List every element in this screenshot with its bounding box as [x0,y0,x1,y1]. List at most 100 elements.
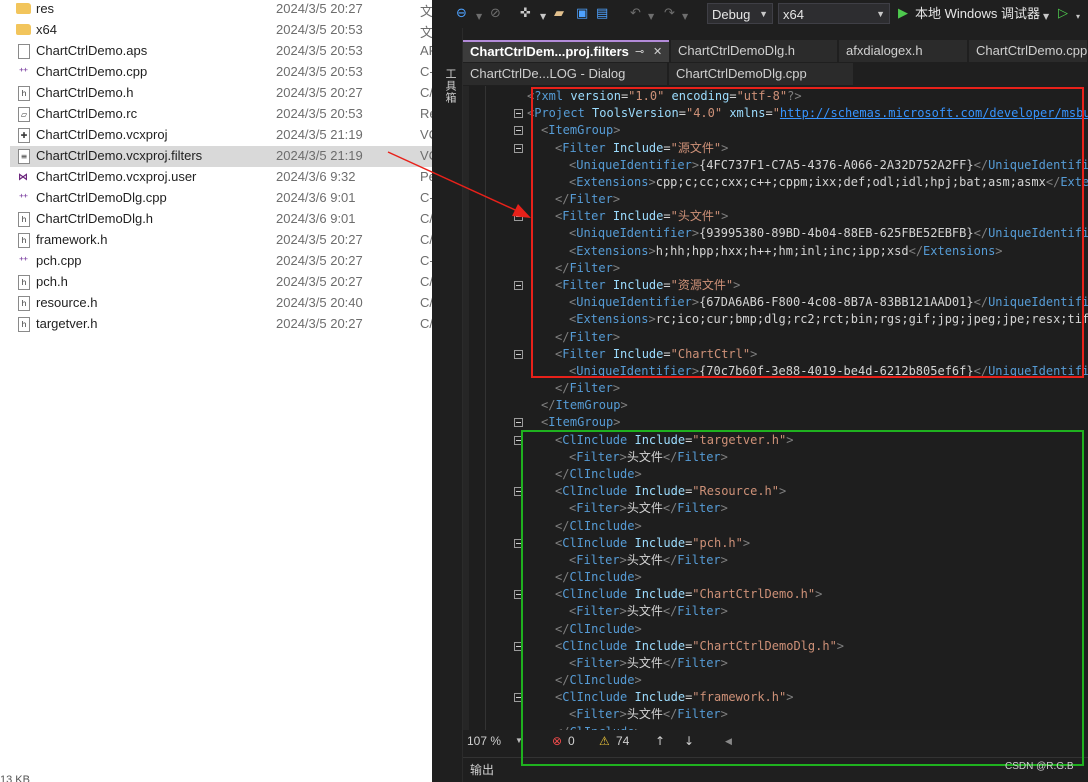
code-line: <ItemGroup> [541,122,621,139]
warning-count[interactable]: 74 [616,731,629,751]
fold-toggle-icon[interactable] [514,590,523,600]
nav-forward-icon[interactable]: ⊘ [490,6,501,22]
project-file-icon: ✚ [18,128,30,143]
new-project-icon[interactable]: ✜ [520,6,531,22]
code-line: </ClInclude> [555,569,642,586]
start-debug-icon[interactable]: ▶ [898,6,908,22]
overflow-icon[interactable]: ▾ [1076,9,1080,25]
nav-back-icon[interactable]: ⊖ [456,6,467,22]
start-debug-button[interactable]: 本地 Windows 调试器 [915,6,1040,22]
file-name: ChartCtrlDemo.cpp [36,64,148,79]
fold-toggle-icon[interactable] [514,693,523,703]
file-row[interactable]: h resource.h 2024/3/5 20:40 C/ [10,293,432,314]
nav-back-dropdown-icon[interactable]: ▼ [476,9,482,25]
file-row[interactable]: h framework.h 2024/3/5 20:27 C/ [10,230,432,251]
code-token: > [815,587,823,602]
tab-1[interactable]: ChartCtrlDem...proj.filters ⊸ ✕ [463,40,669,62]
toolbox-label[interactable]: 工具箱 [442,68,458,104]
start-debug-dropdown-icon[interactable]: ▼ [1043,9,1049,25]
fold-toggle-icon[interactable] [514,349,523,359]
file-row[interactable]: ⁺⁺ pch.cpp 2024/3/5 20:27 C- [10,251,432,272]
header-file-icon: h [18,86,30,101]
start-without-debug-icon[interactable]: ▷ [1058,6,1068,22]
code-token: 头文件 [626,449,663,464]
undo-dropdown-icon[interactable]: ▼ [648,9,654,25]
code-token: {67DA6AB6-F800-4c08-8B7A-83BB121AAD01} [699,295,974,310]
new-project-dropdown-icon[interactable]: ▼ [540,9,546,25]
fold-toggle-icon[interactable] [514,212,523,222]
configuration-select[interactable]: Debug ▼ [707,3,773,24]
code-token: ?> [787,89,802,103]
code-editor[interactable]: <?xml version="1.0" encoding="utf-8"?> <P… [463,86,1088,730]
output-tab[interactable]: 输出 [470,758,494,782]
code-token: ?xml [534,89,571,103]
code-token: Include [612,277,664,292]
error-count[interactable]: 0 [568,731,575,751]
fold-toggle-icon[interactable] [514,126,523,136]
code-line: <Project ToolsVersion="4.0" xmlns="http:… [527,105,1088,122]
code-token: </ [541,398,556,413]
save-icon[interactable]: ▣ [576,6,588,22]
file-row[interactable]: ≡ ChartCtrlDemo.vcxproj.filters 2024/3/5 2… [10,146,432,167]
error-icon[interactable]: ⊗ [552,731,562,751]
file-date: 2024/3/5 20:27 [276,274,363,289]
code-token: "1.0" [628,89,672,103]
file-row[interactable]: ▱ ChartCtrlDemo.rc 2024/3/5 20:53 Re [10,104,432,125]
tab-4[interactable]: ChartCtrlDemo.cpp [969,40,1087,62]
fold-toggle-icon[interactable] [514,435,523,445]
file-row[interactable]: ✚ ChartCtrlDemo.vcxproj 2024/3/5 21:19 VC [10,125,432,146]
tab-row2-1[interactable]: ChartCtrlDe...LOG - Dialog [463,63,667,85]
file-row[interactable]: ⋈ ChartCtrlDemo.vcxproj.user 2024/3/6 9:32… [10,167,432,188]
tab-2[interactable]: ChartCtrlDemoDlg.h [671,40,837,62]
redo-icon[interactable]: ↷ [664,6,675,22]
code-line: <ClInclude Include="ChartCtrlDemo.h"> [555,586,822,603]
folder-icon [16,3,31,14]
file-row[interactable]: h ChartCtrlDemo.h 2024/3/5 20:27 C/ [10,83,432,104]
file-row[interactable]: h targetver.h 2024/3/5 20:27 C/ [10,314,432,335]
next-issue-icon[interactable]: ↓ [684,731,694,751]
tab-3[interactable]: afxdialogex.h [839,40,967,62]
fold-toggle-icon[interactable] [514,109,523,119]
close-icon[interactable]: ✕ [653,42,662,62]
previous-issue-icon[interactable]: ↑ [655,731,665,751]
code-token: ClInclude [569,466,635,481]
undo-icon[interactable]: ↶ [630,6,641,22]
file-row[interactable]: h ChartCtrlDemoDlg.h 2024/3/6 9:01 C/ [10,209,432,230]
file-row[interactable]: ChartCtrlDemo.aps 2024/3/5 20:53 AP [10,41,432,62]
file-name: ChartCtrlDemo.vcxproj.user [36,169,197,184]
file-row[interactable]: x64 2024/3/5 20:53 文 [10,20,432,41]
save-all-icon[interactable]: ▤ [596,6,608,22]
file-row[interactable]: ⁺⁺ ChartCtrlDemo.cpp 2024/3/5 20:53 C- [10,62,432,83]
code-token: Include [634,690,686,705]
pin-icon[interactable]: ⊸ [635,42,644,62]
fold-toggle-icon[interactable] [514,538,523,548]
redo-dropdown-icon[interactable]: ▼ [682,9,688,25]
code-token: > [619,707,627,722]
fold-toggle-icon[interactable] [514,280,523,290]
fold-toggle-icon[interactable] [514,418,523,428]
file-type: 文 [420,4,432,19]
code-token: > [648,312,656,327]
output-panel-bar[interactable]: 输出 [463,757,1088,782]
warning-icon[interactable]: ⚠ [599,731,610,751]
fold-toggle-icon[interactable] [514,143,523,153]
toolbox-strip[interactable]: 工具箱 [432,28,463,782]
zoom-dropdown-icon[interactable]: ▼ [515,731,523,751]
file-row[interactable]: ⁺⁺ ChartCtrlDemoDlg.cpp 2024/3/6 9:01 C- [10,188,432,209]
fold-toggle-icon[interactable] [514,641,523,651]
file-date: 2024/3/5 20:53 [276,43,363,58]
tab-row2-2[interactable]: ChartCtrlDemoDlg.cpp [669,63,853,85]
code-token: "targetver.h" [692,432,787,447]
open-file-icon[interactable]: ▰ [554,6,564,22]
platform-select[interactable]: x64 ▼ [778,3,890,24]
file-type: C/ [420,232,432,247]
zoom-level[interactable]: 107 % [467,731,501,751]
file-row[interactable]: res 2024/3/5 20:27 文 [10,0,432,20]
scroll-left-icon[interactable]: ◀ [725,731,732,751]
fold-toggle-icon[interactable] [514,487,523,497]
file-row[interactable]: h pch.h 2024/3/5 20:27 C/ [10,272,432,293]
code-token: > [721,140,729,155]
code-token: </ [555,570,570,585]
code-token: > [620,398,628,413]
code-token: > [634,725,641,730]
